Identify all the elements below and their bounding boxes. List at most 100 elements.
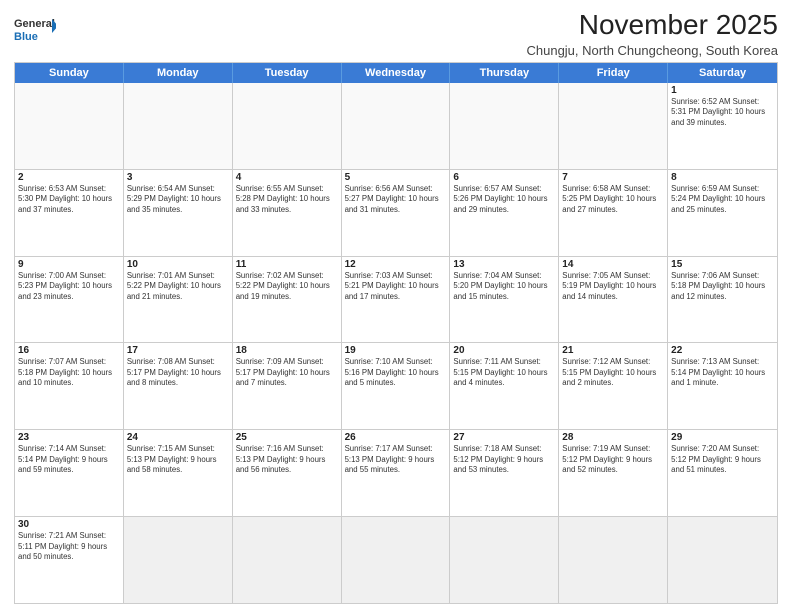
day-number: 29 [671, 432, 774, 443]
day-info: Sunrise: 7:15 AM Sunset: 5:13 PM Dayligh… [127, 444, 229, 476]
calendar-cell-empty-1 [124, 517, 233, 603]
calendar-cell-empty-5 [559, 517, 668, 603]
day-info: Sunrise: 6:54 AM Sunset: 5:29 PM Dayligh… [127, 184, 229, 216]
day-info: Sunrise: 7:04 AM Sunset: 5:20 PM Dayligh… [453, 271, 555, 303]
header-day-saturday: Saturday [668, 63, 777, 83]
day-number: 17 [127, 345, 229, 356]
day-number: 16 [18, 345, 120, 356]
logo: General Blue [14, 14, 56, 44]
calendar-cell-empty-3 [342, 83, 451, 169]
day-info: Sunrise: 7:21 AM Sunset: 5:11 PM Dayligh… [18, 531, 120, 563]
calendar-cell-20: 20Sunrise: 7:11 AM Sunset: 5:15 PM Dayli… [450, 343, 559, 429]
day-number: 4 [236, 172, 338, 183]
day-number: 9 [18, 259, 120, 270]
day-info: Sunrise: 7:06 AM Sunset: 5:18 PM Dayligh… [671, 271, 774, 303]
calendar-cell-empty-3 [342, 517, 451, 603]
day-info: Sunrise: 7:07 AM Sunset: 5:18 PM Dayligh… [18, 357, 120, 389]
calendar-cell-26: 26Sunrise: 7:17 AM Sunset: 5:13 PM Dayli… [342, 430, 451, 516]
calendar-cell-28: 28Sunrise: 7:19 AM Sunset: 5:12 PM Dayli… [559, 430, 668, 516]
calendar-row-4: 16Sunrise: 7:07 AM Sunset: 5:18 PM Dayli… [15, 342, 777, 429]
calendar-cell-8: 8Sunrise: 6:59 AM Sunset: 5:24 PM Daylig… [668, 170, 777, 256]
day-number: 8 [671, 172, 774, 183]
calendar-row-3: 9Sunrise: 7:00 AM Sunset: 5:23 PM Daylig… [15, 256, 777, 343]
day-number: 27 [453, 432, 555, 443]
calendar-cell-empty-1 [124, 83, 233, 169]
day-number: 12 [345, 259, 447, 270]
day-number: 23 [18, 432, 120, 443]
day-number: 24 [127, 432, 229, 443]
calendar-row-5: 23Sunrise: 7:14 AM Sunset: 5:14 PM Dayli… [15, 429, 777, 516]
calendar-cell-30: 30Sunrise: 7:21 AM Sunset: 5:11 PM Dayli… [15, 517, 124, 603]
day-info: Sunrise: 7:05 AM Sunset: 5:19 PM Dayligh… [562, 271, 664, 303]
day-number: 1 [671, 85, 774, 96]
calendar-row-2: 2Sunrise: 6:53 AM Sunset: 5:30 PM Daylig… [15, 169, 777, 256]
calendar-cell-7: 7Sunrise: 6:58 AM Sunset: 5:25 PM Daylig… [559, 170, 668, 256]
calendar-cell-25: 25Sunrise: 7:16 AM Sunset: 5:13 PM Dayli… [233, 430, 342, 516]
page: General Blue November 2025 Chungju, Nort… [0, 0, 792, 612]
calendar-cell-27: 27Sunrise: 7:18 AM Sunset: 5:12 PM Dayli… [450, 430, 559, 516]
day-info: Sunrise: 6:57 AM Sunset: 5:26 PM Dayligh… [453, 184, 555, 216]
day-info: Sunrise: 7:19 AM Sunset: 5:12 PM Dayligh… [562, 444, 664, 476]
day-number: 7 [562, 172, 664, 183]
day-info: Sunrise: 7:09 AM Sunset: 5:17 PM Dayligh… [236, 357, 338, 389]
calendar-cell-empty-2 [233, 517, 342, 603]
header-day-sunday: Sunday [15, 63, 124, 83]
calendar-cell-16: 16Sunrise: 7:07 AM Sunset: 5:18 PM Dayli… [15, 343, 124, 429]
calendar-cell-12: 12Sunrise: 7:03 AM Sunset: 5:21 PM Dayli… [342, 257, 451, 343]
day-number: 15 [671, 259, 774, 270]
day-info: Sunrise: 7:20 AM Sunset: 5:12 PM Dayligh… [671, 444, 774, 476]
calendar-row-6: 30Sunrise: 7:21 AM Sunset: 5:11 PM Dayli… [15, 516, 777, 603]
calendar-cell-empty-6 [668, 517, 777, 603]
day-number: 26 [345, 432, 447, 443]
calendar-cell-empty-2 [233, 83, 342, 169]
logo-svg: General Blue [14, 14, 56, 44]
calendar-cell-15: 15Sunrise: 7:06 AM Sunset: 5:18 PM Dayli… [668, 257, 777, 343]
calendar-body: 1Sunrise: 6:52 AM Sunset: 5:31 PM Daylig… [15, 83, 777, 603]
calendar-cell-5: 5Sunrise: 6:56 AM Sunset: 5:27 PM Daylig… [342, 170, 451, 256]
calendar-cell-10: 10Sunrise: 7:01 AM Sunset: 5:22 PM Dayli… [124, 257, 233, 343]
calendar-cell-2: 2Sunrise: 6:53 AM Sunset: 5:30 PM Daylig… [15, 170, 124, 256]
header-day-wednesday: Wednesday [342, 63, 451, 83]
day-number: 11 [236, 259, 338, 270]
day-info: Sunrise: 7:03 AM Sunset: 5:21 PM Dayligh… [345, 271, 447, 303]
day-info: Sunrise: 6:52 AM Sunset: 5:31 PM Dayligh… [671, 97, 774, 129]
day-info: Sunrise: 6:53 AM Sunset: 5:30 PM Dayligh… [18, 184, 120, 216]
day-number: 28 [562, 432, 664, 443]
calendar-cell-4: 4Sunrise: 6:55 AM Sunset: 5:28 PM Daylig… [233, 170, 342, 256]
day-number: 21 [562, 345, 664, 356]
calendar-cell-14: 14Sunrise: 7:05 AM Sunset: 5:19 PM Dayli… [559, 257, 668, 343]
day-number: 20 [453, 345, 555, 356]
day-info: Sunrise: 7:18 AM Sunset: 5:12 PM Dayligh… [453, 444, 555, 476]
day-info: Sunrise: 6:58 AM Sunset: 5:25 PM Dayligh… [562, 184, 664, 216]
calendar: SundayMondayTuesdayWednesdayThursdayFrid… [14, 62, 778, 604]
header-day-monday: Monday [124, 63, 233, 83]
day-info: Sunrise: 6:59 AM Sunset: 5:24 PM Dayligh… [671, 184, 774, 216]
day-number: 25 [236, 432, 338, 443]
day-number: 5 [345, 172, 447, 183]
calendar-cell-24: 24Sunrise: 7:15 AM Sunset: 5:13 PM Dayli… [124, 430, 233, 516]
day-info: Sunrise: 7:02 AM Sunset: 5:22 PM Dayligh… [236, 271, 338, 303]
month-title: November 2025 [526, 10, 778, 41]
day-info: Sunrise: 7:01 AM Sunset: 5:22 PM Dayligh… [127, 271, 229, 303]
day-number: 10 [127, 259, 229, 270]
day-number: 13 [453, 259, 555, 270]
day-number: 6 [453, 172, 555, 183]
day-number: 30 [18, 519, 120, 530]
header-day-thursday: Thursday [450, 63, 559, 83]
calendar-cell-21: 21Sunrise: 7:12 AM Sunset: 5:15 PM Dayli… [559, 343, 668, 429]
calendar-cell-9: 9Sunrise: 7:00 AM Sunset: 5:23 PM Daylig… [15, 257, 124, 343]
day-info: Sunrise: 6:55 AM Sunset: 5:28 PM Dayligh… [236, 184, 338, 216]
calendar-cell-3: 3Sunrise: 6:54 AM Sunset: 5:29 PM Daylig… [124, 170, 233, 256]
day-number: 3 [127, 172, 229, 183]
day-info: Sunrise: 7:08 AM Sunset: 5:17 PM Dayligh… [127, 357, 229, 389]
day-info: Sunrise: 7:14 AM Sunset: 5:14 PM Dayligh… [18, 444, 120, 476]
calendar-row-1: 1Sunrise: 6:52 AM Sunset: 5:31 PM Daylig… [15, 83, 777, 169]
calendar-cell-19: 19Sunrise: 7:10 AM Sunset: 5:16 PM Dayli… [342, 343, 451, 429]
calendar-header: SundayMondayTuesdayWednesdayThursdayFrid… [15, 63, 777, 83]
calendar-cell-empty-5 [559, 83, 668, 169]
day-number: 14 [562, 259, 664, 270]
calendar-cell-13: 13Sunrise: 7:04 AM Sunset: 5:20 PM Dayli… [450, 257, 559, 343]
calendar-cell-11: 11Sunrise: 7:02 AM Sunset: 5:22 PM Dayli… [233, 257, 342, 343]
header-day-friday: Friday [559, 63, 668, 83]
calendar-cell-6: 6Sunrise: 6:57 AM Sunset: 5:26 PM Daylig… [450, 170, 559, 256]
